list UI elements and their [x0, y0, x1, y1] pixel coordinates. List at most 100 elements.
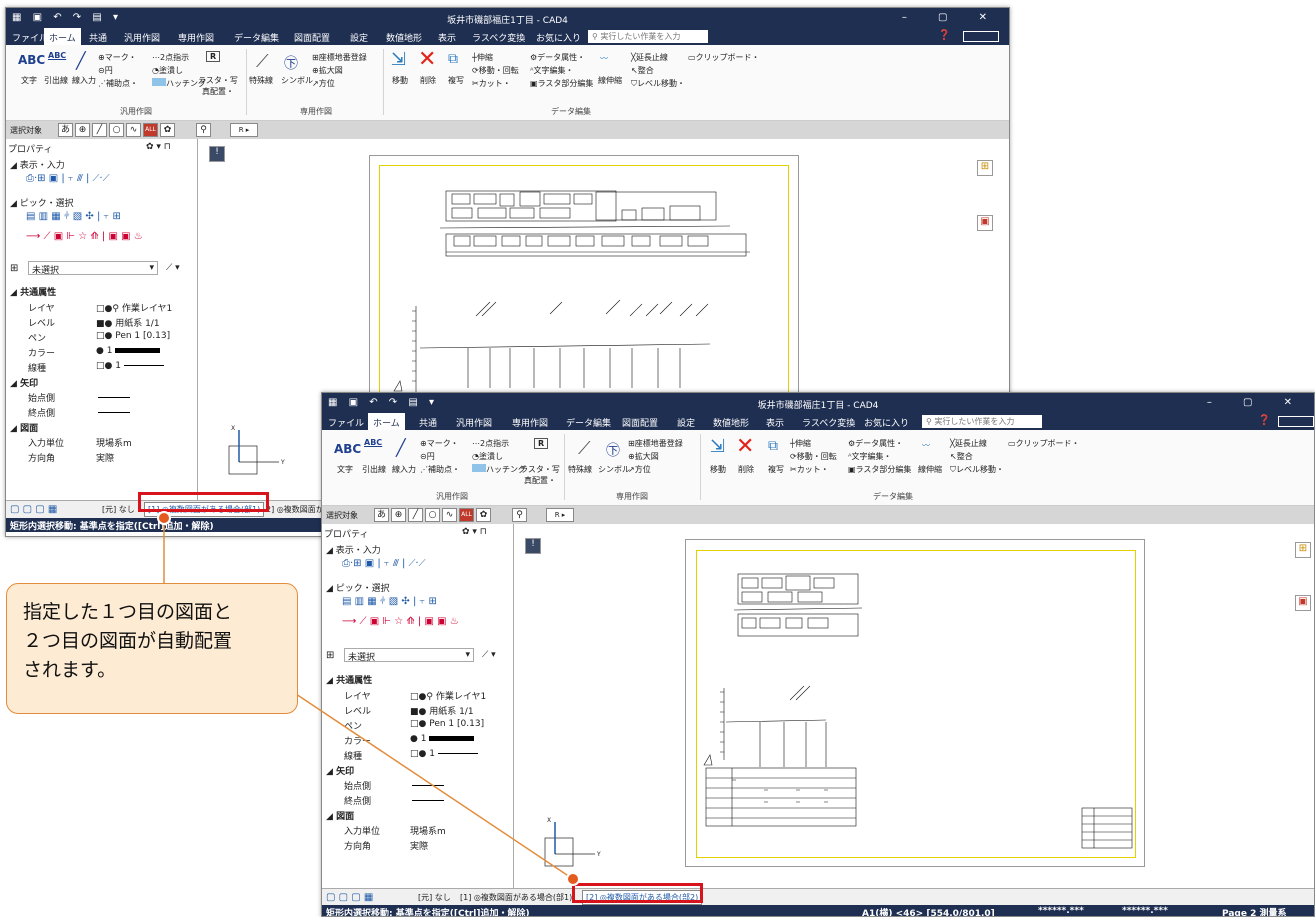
cut-button[interactable]: ✂カット・: [472, 78, 511, 89]
line-input-button[interactable]: 線入力: [72, 75, 96, 86]
move-button[interactable]: 移動: [392, 75, 408, 86]
select-settings-button[interactable]: ✿: [160, 123, 175, 137]
delete-button[interactable]: 削除: [420, 75, 436, 86]
prop-linetype-value[interactable]: □● 1: [96, 361, 164, 371]
prop-color-value[interactable]: ● 1: [410, 734, 475, 744]
leader-button[interactable]: 引出線: [44, 75, 68, 86]
direction-button[interactable]: ↗方位: [628, 464, 651, 475]
search-input[interactable]: ⚲ 実行したい作業を入力: [588, 30, 708, 43]
data-attr-button[interactable]: ⚙データ属性・: [530, 52, 585, 63]
cut-button[interactable]: ✂カット・: [790, 464, 829, 475]
search-input[interactable]: ⚲ 実行したい作業を入力: [922, 415, 1042, 428]
sheet-tab-tools[interactable]: ▢ ▢ ▢ ▦: [10, 504, 57, 515]
drawing-canvas[interactable]: ! ⊞ ▣ X Y: [515, 524, 1314, 888]
aux-point-button[interactable]: ⋰補助点・: [98, 78, 138, 89]
tab-file[interactable]: ファイル: [328, 416, 364, 429]
prop-linetype-value[interactable]: □● 1: [410, 749, 478, 759]
symbol-button[interactable]: シンボル: [281, 75, 313, 86]
delete-button[interactable]: 削除: [738, 464, 754, 475]
tab-general-draw[interactable]: 汎用作図: [456, 416, 492, 429]
align-button[interactable]: ↖整合: [950, 451, 973, 462]
copy-button[interactable]: 複写: [448, 75, 464, 86]
common-attr-section[interactable]: ◢ 共通属性: [10, 285, 56, 298]
clipboard-button[interactable]: ▭クリップボード・: [1008, 438, 1080, 449]
select-all-button[interactable]: ALL: [459, 508, 474, 522]
tab-settings[interactable]: 設定: [350, 31, 368, 44]
drawing-section[interactable]: ◢ 図面: [10, 421, 38, 434]
sheet-tab-origin[interactable]: [元] なし: [102, 504, 135, 515]
raster-photo-button[interactable]: ラスタ・写真配置・: [198, 75, 238, 97]
select-symbol-button[interactable]: ⊕: [391, 508, 406, 522]
pick-select-tools-2[interactable]: ⟶ ⟋ ▣ ⊩ ☆ ⟰ | ▣ ▣ ♨: [26, 231, 143, 242]
common-attr-section[interactable]: ◢ 共通属性: [326, 673, 372, 686]
text-button[interactable]: 文字: [337, 464, 353, 475]
stretch-button[interactable]: ┼伸縮: [790, 438, 811, 449]
parcel-number-button[interactable]: ⊞座標地番登録: [628, 438, 683, 449]
extend-stop-button[interactable]: ╳延長止線: [950, 438, 987, 449]
tab-data-edit[interactable]: データ編集: [566, 416, 611, 429]
select-symbol-button[interactable]: ⊕: [75, 123, 90, 137]
account-box[interactable]: [963, 31, 999, 42]
two-point-button[interactable]: ⋯2点指示: [152, 52, 189, 63]
prop-layer-value[interactable]: □●⚲ 作業レイヤ1: [96, 301, 172, 314]
arrow-section[interactable]: ◢ 矢印: [326, 764, 354, 777]
print-icon[interactable]: ▣: [977, 215, 993, 231]
tab-terrain[interactable]: 数値地形: [386, 31, 422, 44]
sheet-tab-tools[interactable]: ▢ ▢ ▢ ▦: [326, 892, 373, 903]
raster-photo-button[interactable]: ラスタ・写真配置・: [520, 464, 560, 486]
circle-button[interactable]: ⊝円: [420, 451, 435, 462]
line-input-button[interactable]: 線入力: [392, 464, 416, 475]
text-edit-button[interactable]: ᴬ文字編集・: [530, 65, 573, 76]
tab-view[interactable]: 表示: [438, 31, 456, 44]
special-line-button[interactable]: 特殊線: [249, 75, 273, 86]
pick-select-section[interactable]: ◢ ピック・選択: [326, 581, 390, 594]
circle-button[interactable]: ⊝円: [98, 65, 113, 76]
prop-level-value[interactable]: ■● 用紙系 1/1: [96, 316, 160, 329]
tab-favorites[interactable]: お気に入り: [864, 416, 909, 429]
text-edit-button[interactable]: ᴬ文字編集・: [848, 451, 891, 462]
selection-dropdown[interactable]: 未選択 ▾: [28, 261, 158, 276]
drawing-section[interactable]: ◢ 図面: [326, 809, 354, 822]
tab-general-draw[interactable]: 汎用作図: [124, 31, 160, 44]
tab-common[interactable]: 共通: [89, 31, 107, 44]
display-input-tools[interactable]: ⎙·⊞ ▣ | ⫟ ⫻ | ⟋·⟋: [26, 173, 110, 184]
raster-select-button[interactable]: R ▸: [546, 508, 574, 522]
line-stretch-button[interactable]: 線伸縮: [598, 75, 622, 86]
pick-select-tools-1[interactable]: ▤ ▥ ▦ ⫩ ▧ ✣ | ⫟ ⊞: [26, 211, 121, 222]
display-input-section[interactable]: ◢ 表示・入力: [10, 158, 65, 171]
fill-button[interactable]: ◔塗潰し: [472, 451, 503, 462]
filter-icon[interactable]: ⟋ ▾: [482, 650, 496, 660]
tab-common[interactable]: 共通: [419, 416, 437, 429]
help-icon[interactable]: ❓: [938, 30, 950, 41]
select-text-button[interactable]: あ: [374, 508, 389, 522]
sheet-tab-2[interactable]: 2] ◎複数図面か: [266, 504, 324, 515]
pick-select-tools-1[interactable]: ▤ ▥ ▦ ⫩ ▧ ✣ | ⫟ ⊞: [342, 596, 437, 607]
direction-value[interactable]: 実際: [96, 451, 114, 464]
filter-icon[interactable]: ⟋ ▾: [166, 263, 180, 273]
help-icon[interactable]: ❓: [1258, 415, 1270, 426]
tab-drawing-layout[interactable]: 図面配置: [622, 416, 658, 429]
layout-icon[interactable]: ⊞: [1295, 542, 1311, 558]
print-icon[interactable]: ▣: [1295, 595, 1311, 611]
pick-select-section[interactable]: ◢ ピック・選択: [10, 196, 74, 209]
extend-stop-button[interactable]: ╳延長止線: [631, 52, 668, 63]
mark-button[interactable]: ⊕マーク・: [420, 438, 459, 449]
tab-special-draw[interactable]: 専用作図: [178, 31, 214, 44]
prop-pen-value[interactable]: □● Pen 1 [0.13]: [410, 719, 484, 729]
align-button[interactable]: ↖整合: [631, 65, 654, 76]
select-curve-button[interactable]: ∿: [442, 508, 457, 522]
tab-terrain[interactable]: 数値地形: [713, 416, 749, 429]
tab-settings[interactable]: 設定: [677, 416, 695, 429]
raster-part-edit-button[interactable]: ▣ラスタ部分編集: [530, 78, 593, 89]
select-filter-button[interactable]: ⚲: [196, 123, 211, 137]
hatching-button[interactable]: ハッチング: [472, 464, 526, 475]
raster-select-button[interactable]: R ▸: [230, 123, 258, 137]
select-circle-button[interactable]: ○: [425, 508, 440, 522]
pick-select-tools-2[interactable]: ⟶ ⟋ ▣ ⊩ ☆ ⟰ | ▣ ▣ ♨: [342, 616, 459, 627]
select-line-button[interactable]: ╱: [408, 508, 423, 522]
prop-color-value[interactable]: ● 1: [96, 346, 161, 356]
select-filter-button[interactable]: ⚲: [512, 508, 527, 522]
text-button[interactable]: 文字: [21, 75, 37, 86]
copy-button[interactable]: 複写: [768, 464, 784, 475]
two-point-button[interactable]: ⋯2点指示: [472, 438, 509, 449]
